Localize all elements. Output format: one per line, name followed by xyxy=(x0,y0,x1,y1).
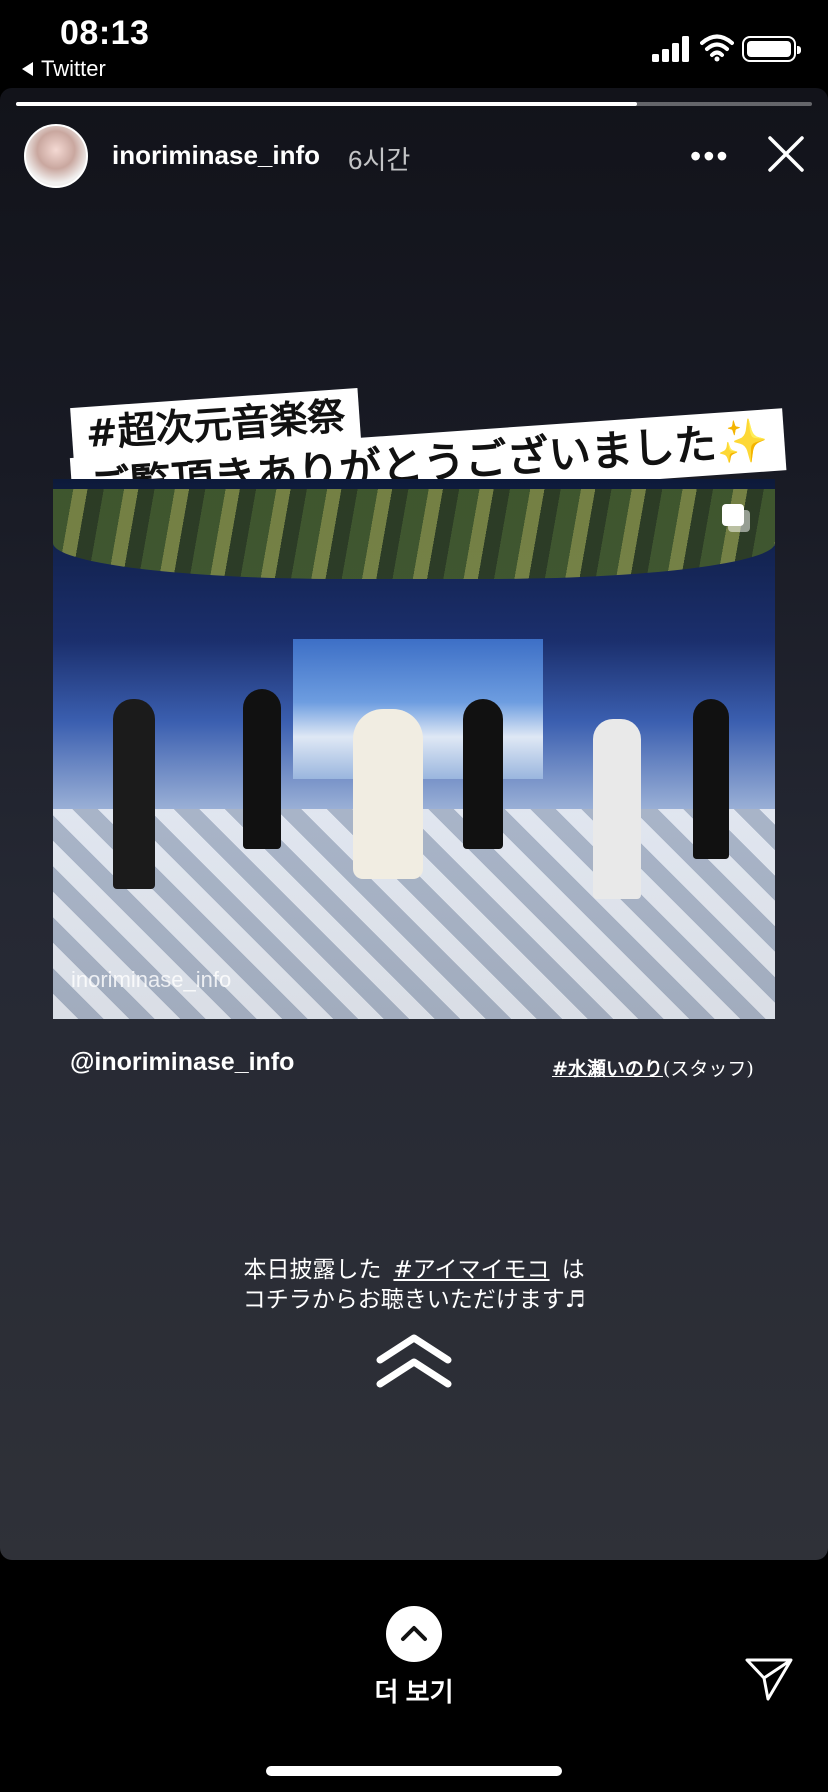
band-member xyxy=(693,699,729,859)
battery-icon xyxy=(742,36,801,62)
story-card[interactable]: inoriminase_info 6시간 ••• #超次元音楽祭 ご覧頂きありが… xyxy=(0,88,828,1560)
multi-photo-icon xyxy=(722,504,750,532)
wifi-icon xyxy=(700,34,734,62)
see-more-button[interactable] xyxy=(386,1606,442,1662)
story-username[interactable]: inoriminase_info xyxy=(112,140,320,171)
back-arrow-icon xyxy=(22,62,33,76)
more-icon[interactable]: ••• xyxy=(690,138,730,175)
close-icon[interactable] xyxy=(766,134,806,174)
story-note-line1: 本日披露した #アイマイモコは xyxy=(0,1250,828,1284)
hashtag-link[interactable]: #水瀬いのり xyxy=(552,1058,663,1080)
status-time: 08:13 xyxy=(60,14,150,52)
story-progress-track xyxy=(16,102,812,106)
singer xyxy=(353,709,423,879)
avatar[interactable] xyxy=(24,124,88,188)
story-note-line2: コチラからお聴きいただけます♬ xyxy=(242,1287,586,1313)
hashtag-suffix: (スタッフ) xyxy=(662,1058,754,1080)
band-member xyxy=(113,699,155,889)
signal-icon xyxy=(652,36,689,62)
story-time-ago: 6시간 xyxy=(348,145,411,175)
band-member xyxy=(243,689,281,849)
photo-watermark: inoriminase_info xyxy=(71,967,232,992)
band-member xyxy=(463,699,503,849)
home-indicator[interactable] xyxy=(266,1766,562,1776)
status-bar: 08:13 Twitter xyxy=(0,0,828,88)
band-member xyxy=(593,719,641,899)
shared-post-photo[interactable]: inoriminase_info xyxy=(53,479,775,1019)
back-label: Twitter xyxy=(41,56,106,81)
sparkle-emoji: ✨ xyxy=(714,415,771,468)
stage-garland xyxy=(53,489,775,579)
back-to-twitter[interactable]: Twitter xyxy=(22,56,106,82)
post-tagline: #水瀬いのり(スタッフ) xyxy=(552,1054,754,1081)
chevron-up-icon xyxy=(401,1626,427,1641)
swipe-up-icon[interactable] xyxy=(374,1328,454,1398)
send-icon[interactable] xyxy=(744,1656,794,1702)
post-handle[interactable]: @inoriminase_info xyxy=(70,1048,294,1077)
story-progress-fill xyxy=(16,102,637,106)
see-more-label[interactable]: 더 보기 xyxy=(0,1672,828,1709)
